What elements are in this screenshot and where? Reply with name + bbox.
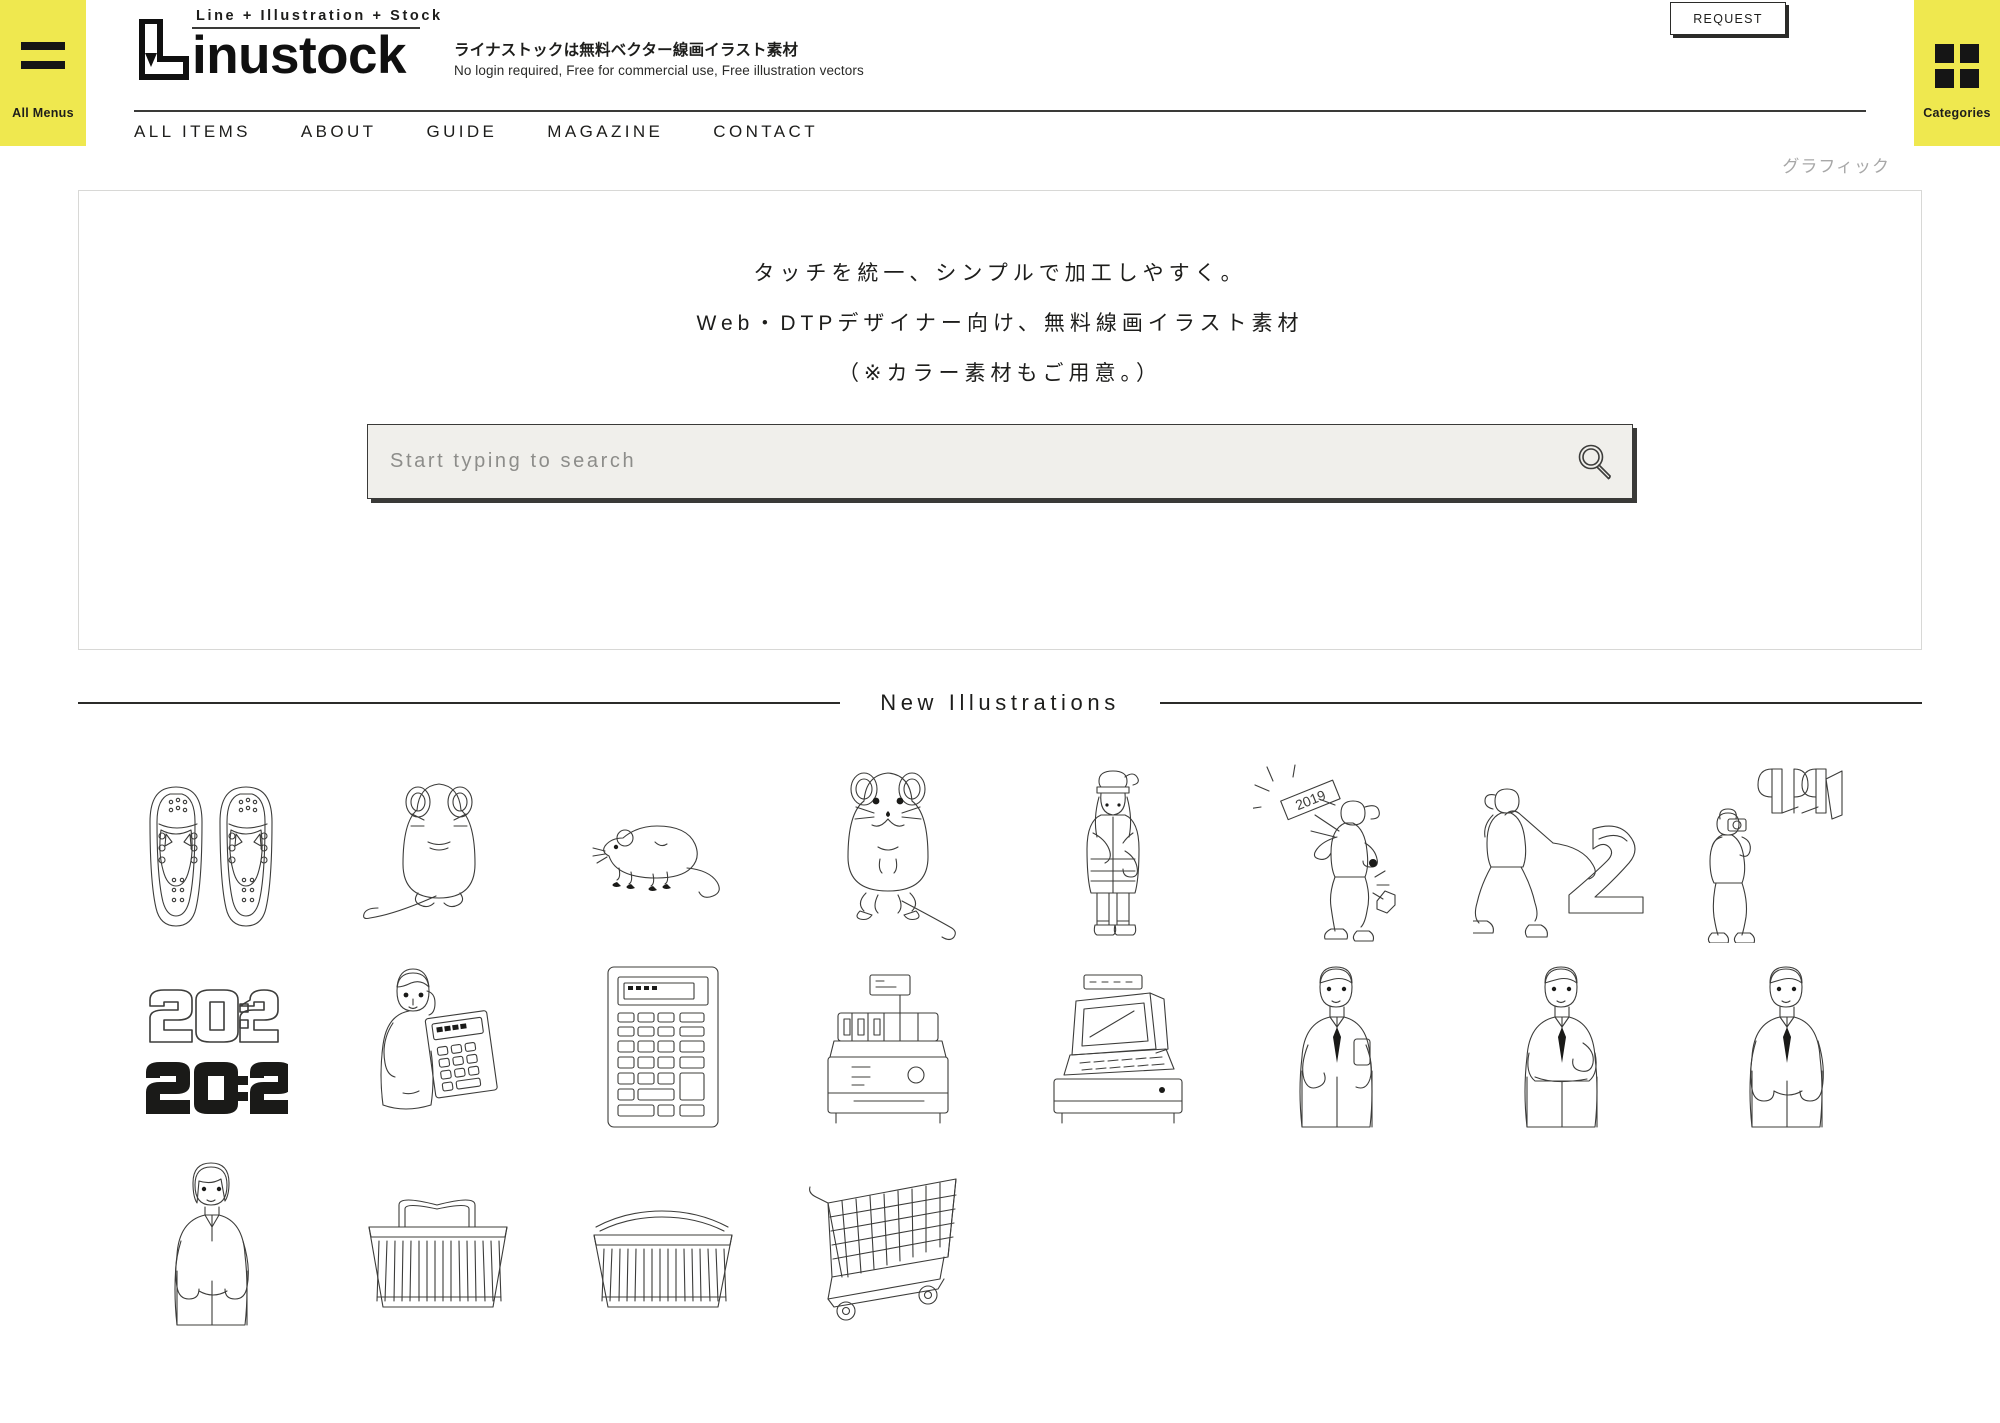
all-menus-rail[interactable]: All Menus (0, 0, 86, 146)
illustration-grid: 2019 (100, 758, 1900, 1344)
nav-item-contact[interactable]: CONTACT (713, 122, 818, 142)
illustration-item-sandals-pair[interactable] (100, 758, 325, 948)
categories-label: Categories (1923, 106, 1991, 120)
hero-line-1: タッチを統一、シンプルで加工しやすく。 (753, 262, 1247, 285)
illustration-item-number-2020-outline-and-solid[interactable] (100, 956, 325, 1146)
search-submit-button[interactable] (1558, 425, 1632, 498)
heading-rule-right (1159, 702, 1922, 704)
illustration-item-woman-winter-coat[interactable] (1000, 758, 1225, 948)
heading-rule-left (78, 702, 841, 704)
illustration-item-person-throwing-2019[interactable]: 2019 (1225, 758, 1450, 948)
illustration-item-cash-register-pos[interactable] (1000, 956, 1225, 1146)
nav-item-all-items[interactable]: ALL ITEMS (134, 122, 251, 142)
illustration-item-person-photographing-2019-sign[interactable] (1675, 758, 1900, 948)
illustration-item-businessman-standing[interactable] (1675, 956, 1900, 1146)
logo-supertitle: Line + Illustration + Stock (196, 8, 443, 24)
illustration-item-person-pulling-number-2[interactable] (1450, 758, 1675, 948)
search-input[interactable] (368, 450, 1558, 473)
illustration-item-shopping-basket-with-handle[interactable] (325, 1154, 550, 1344)
search-area (367, 424, 1633, 499)
illustration-item-shopping-basket-flat[interactable] (550, 1154, 775, 1344)
grid-squares-icon[interactable] (1935, 44, 1979, 88)
header-taglines: ライナストックは無料ベクター線画イラスト素材 No login required… (454, 38, 864, 78)
category-tag[interactable]: グラフィック (1782, 152, 1890, 177)
request-button[interactable]: REQUEST (1670, 2, 1786, 35)
search-box[interactable] (367, 424, 1633, 499)
section-title: New Illustrations (880, 690, 1120, 715)
illustration-item-cash-register-old[interactable] (775, 956, 1000, 1146)
hero-copy: タッチを統一、シンプルで加工しやすく。 Web・DTPデザイナー向け、無料線画イ… (79, 191, 1921, 384)
hero-panel: タッチを統一、シンプルで加工しやすく。 Web・DTPデザイナー向け、無料線画イ… (78, 190, 1922, 650)
header-divider (134, 110, 1866, 112)
illustration-item-mouse-side-view[interactable] (550, 758, 775, 948)
illustration-item-mouse-standing-back[interactable] (325, 758, 550, 948)
tagline-english: No login required, Free for commercial u… (454, 63, 864, 78)
categories-rail[interactable]: Categories (1914, 0, 2000, 146)
site-logo[interactable]: Line + Illustration + Stock inustock (134, 8, 443, 85)
illustration-item-businesswoman-standing[interactable] (100, 1154, 325, 1344)
illustration-item-businessman-arms-crossed[interactable] (1450, 956, 1675, 1146)
hamburger-icon[interactable] (21, 42, 65, 69)
nav-item-guide[interactable]: GUIDE (426, 122, 497, 142)
all-menus-label: All Menus (12, 106, 74, 120)
page-root: All Menus Categories Line + Illustration… (0, 0, 2000, 1423)
nav-item-about[interactable]: ABOUT (301, 122, 377, 142)
illustration-item-businessman-holding-phone[interactable] (1225, 956, 1450, 1146)
pen-L-logo-icon (139, 19, 189, 81)
tagline-japanese: ライナストックは無料ベクター線画イラスト素材 (454, 42, 799, 59)
main-nav: ALL ITEMS ABOUT GUIDE MAGAZINE CONTACT (134, 122, 868, 142)
search-icon (1578, 444, 1611, 479)
site-header: Line + Illustration + Stock inustock ライナ… (86, 0, 1914, 146)
hero-line-3: （※カラー素材もご用意。） (837, 362, 1163, 385)
illustration-item-shopping-cart[interactable] (775, 1154, 1000, 1344)
new-illustrations-heading: New Illustrations (78, 690, 1922, 716)
nav-item-magazine[interactable]: MAGAZINE (547, 122, 663, 142)
illustration-item-mouse-front-view[interactable] (775, 758, 1000, 948)
illustration-item-calculator-device[interactable] (550, 956, 775, 1146)
hero-line-2: Web・DTPデザイナー向け、無料線画イラスト素材 (696, 312, 1304, 335)
logo-wordmark: inustock (192, 26, 406, 85)
illustration-item-woman-holding-calculator[interactable] (325, 956, 550, 1146)
